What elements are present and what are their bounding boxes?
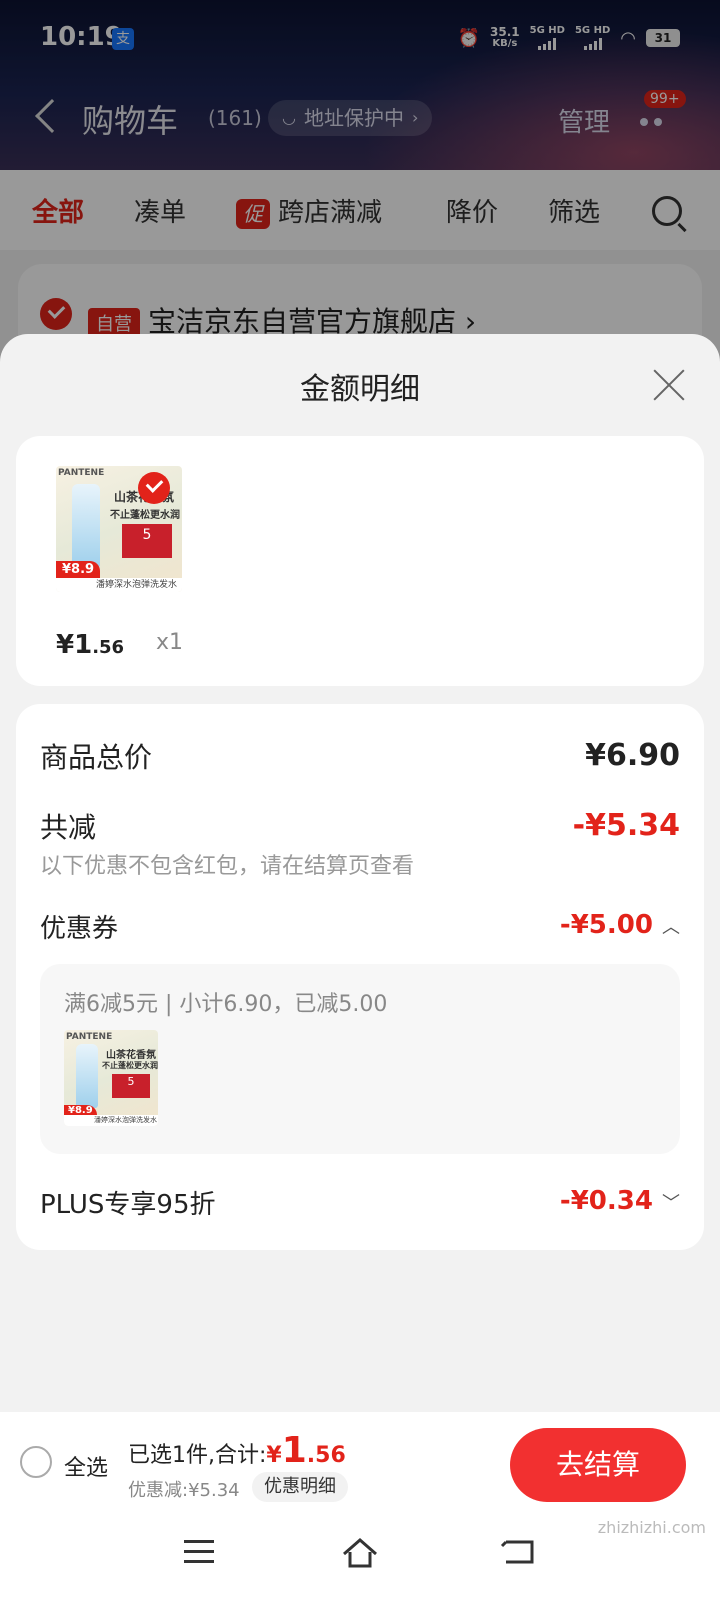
menu-icon[interactable] — [184, 1540, 214, 1570]
system-nav-bar: zhizhizhi.com — [0, 1510, 720, 1600]
watermark: zhizhizhi.com — [597, 1518, 706, 1537]
coupon-toggle[interactable]: -¥5.00 ︿ — [560, 910, 680, 940]
close-icon[interactable] — [652, 368, 686, 402]
coupon-label: 优惠券 — [40, 914, 119, 944]
plus-toggle[interactable]: -¥0.34 ﹀ — [560, 1186, 680, 1216]
coupon-detail-box: 满6减5元 | 小计6.90，已减5.00 PANTENE 山茶花香氛 不止蓬松… — [40, 964, 680, 1154]
discount-detail-button[interactable]: 优惠明细 — [252, 1472, 348, 1502]
checkout-button[interactable]: 去结算 — [510, 1428, 686, 1502]
bottle-icon — [72, 484, 100, 568]
reduce-label: 共减 — [40, 811, 97, 844]
plus-label: PLUS专享95折 — [40, 1190, 216, 1220]
total-label: 商品总价 — [40, 741, 153, 774]
amount-detail-sheet: 金额明细 PANTENE 山茶花香氛 不止蓬松更水润 5 ¥8.9 潘婷深水泡弹… — [0, 334, 720, 1412]
checkout-bar: 全选 已选1件,合计:¥1.56 优惠减:¥5.34 优惠明细 去结算 — [0, 1412, 720, 1510]
reduce-value: -¥5.34 — [572, 808, 680, 843]
select-all-radio[interactable] — [20, 1446, 52, 1478]
chevron-down-icon: ﹀ — [662, 1193, 680, 1214]
product-check-icon[interactable] — [138, 472, 170, 504]
coupon-description: 满6减5元 | 小计6.90，已减5.00 — [64, 992, 388, 1017]
product-card: PANTENE 山茶花香氛 不止蓬松更水润 5 ¥8.9 潘婷深水泡弹洗发水 ¥… — [16, 436, 704, 686]
coupon-product-image[interactable]: PANTENE 山茶花香氛 不止蓬松更水润 5 ¥8.9 潘婷深水泡弹洗发水 — [64, 1030, 158, 1126]
bottle-icon — [76, 1044, 98, 1108]
home-icon[interactable] — [340, 1532, 380, 1572]
product-price: ¥1.56 — [56, 630, 125, 660]
chevron-up-icon: ︿ — [662, 917, 680, 938]
back-nav-icon[interactable] — [500, 1538, 536, 1566]
select-all-label[interactable]: 全选 — [64, 1450, 108, 1482]
sheet-title: 金额明细 — [300, 372, 420, 407]
discount-amount: 优惠减:¥5.34 — [128, 1480, 240, 1501]
total-summary: 已选1件,合计:¥1.56 — [128, 1430, 346, 1471]
amount-detail-card: 商品总价 ¥6.90 共减 -¥5.34 以下优惠不包含红包，请在结算页查看 优… — [16, 704, 704, 1250]
product-qty: x1 — [156, 630, 184, 655]
total-value: ¥6.90 — [585, 738, 680, 773]
discount-note: 以下优惠不包含红包，请在结算页查看 — [40, 854, 415, 879]
